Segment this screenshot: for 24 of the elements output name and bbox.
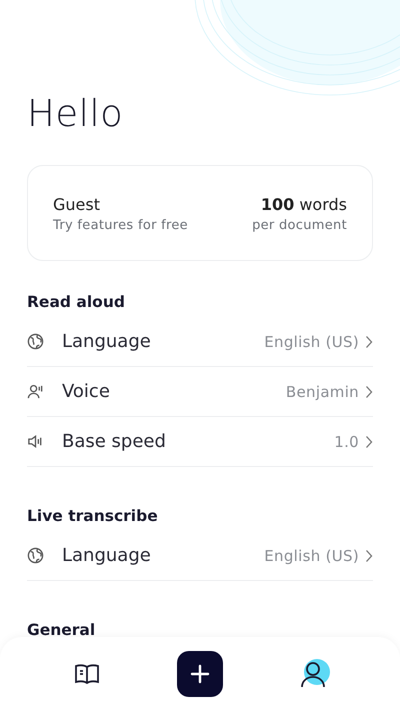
settings-row[interactable]: Voice Benjamin: [27, 367, 373, 417]
globe-icon: [27, 333, 44, 350]
person-icon: [300, 660, 326, 688]
chevron-icon: [365, 548, 373, 562]
limit-period: per document: [252, 218, 347, 233]
word-limit: 100 words: [260, 195, 347, 214]
settings-row[interactable]: Language English (US): [27, 317, 373, 367]
voice-icon: [27, 383, 44, 400]
section-heading: Read aloud: [27, 293, 126, 311]
section-heading: Live transcribe: [27, 507, 159, 525]
settings-row[interactable]: Language English (US): [27, 531, 373, 581]
chevron-icon: [365, 434, 373, 448]
settings-row[interactable]: Base speed 1.0: [27, 417, 373, 467]
speaker-icon: [27, 433, 44, 450]
book-icon: [74, 662, 100, 686]
plus-icon: [190, 664, 210, 684]
plan-subtitle: Try features for free: [53, 218, 188, 233]
greeting-title: Hello: [27, 92, 124, 135]
chevron-icon: [365, 334, 373, 348]
section-heading: General: [27, 621, 96, 639]
plan-name: Guest: [53, 195, 101, 214]
chevron-icon: [365, 384, 373, 398]
add-button[interactable]: [176, 651, 223, 697]
globe-icon: [27, 547, 44, 564]
